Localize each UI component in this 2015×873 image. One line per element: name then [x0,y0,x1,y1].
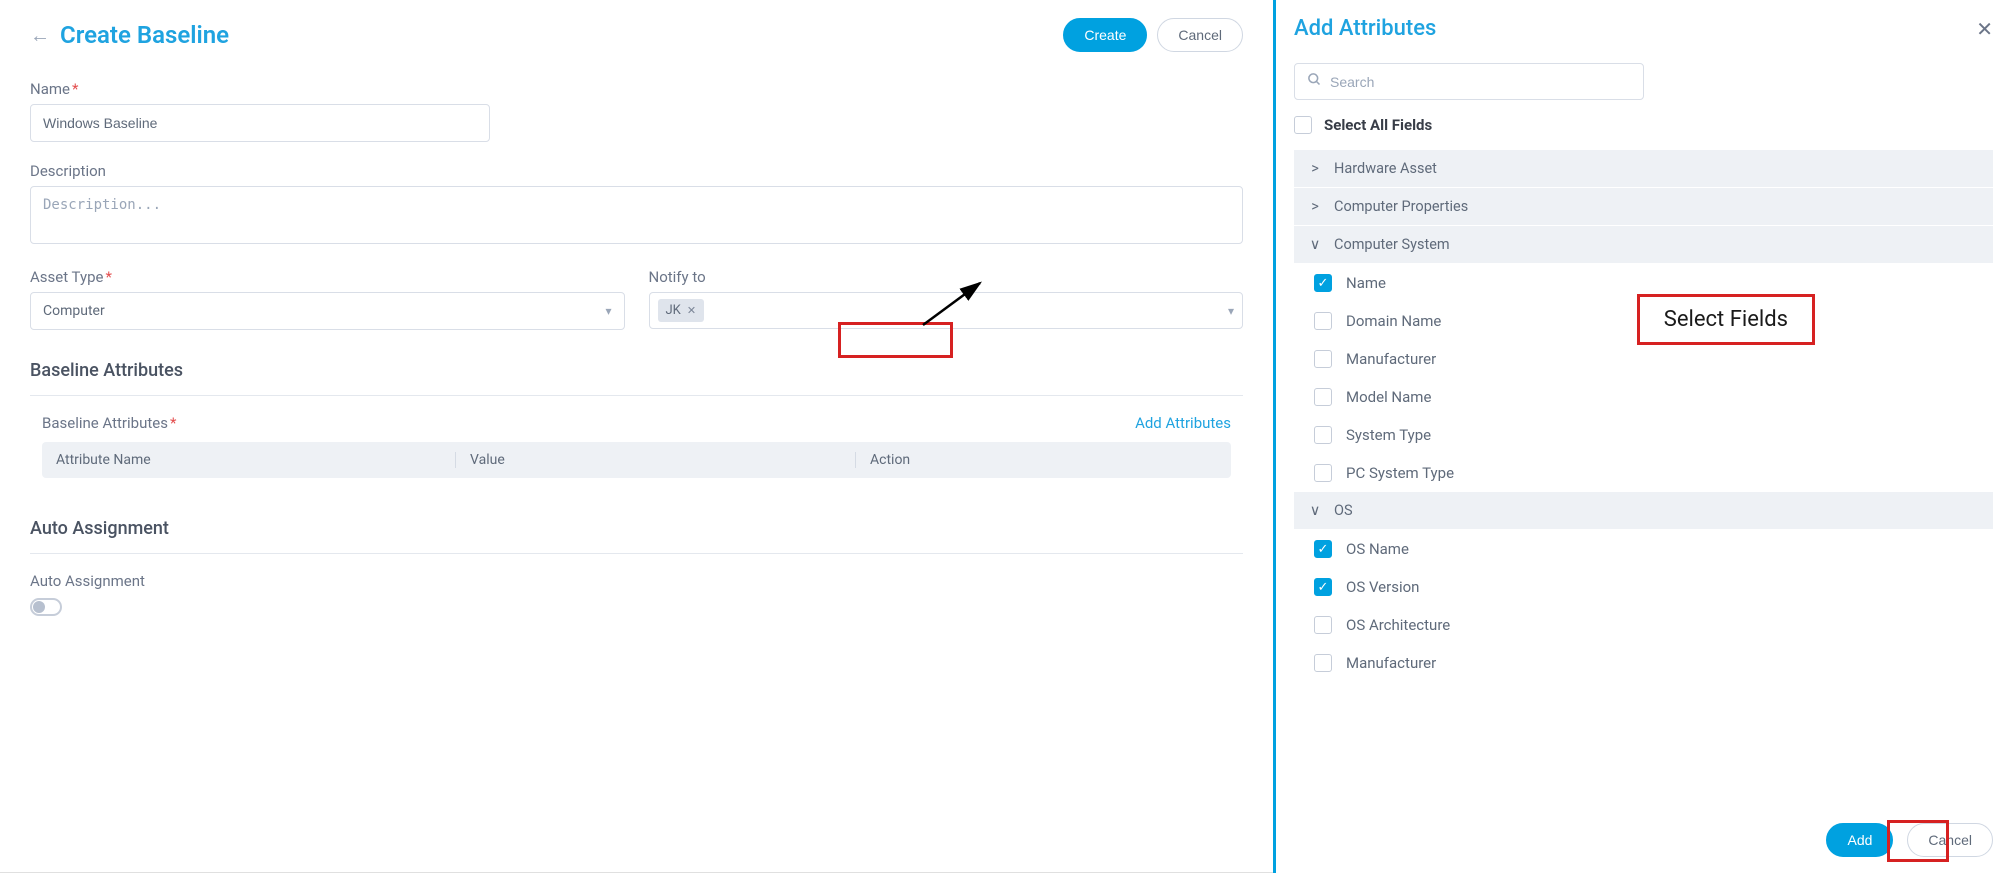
group-label: Computer Properties [1334,198,1468,215]
drawer-cancel-button[interactable]: Cancel [1907,823,1993,857]
field-checkbox[interactable] [1314,654,1332,672]
notify-to-wrap: Notify to JK ✕ ▾ [649,268,1244,330]
baseline-attributes-block: Baseline Attributes Add Attributes Attri… [30,414,1243,478]
chevron-down-icon: ▾ [1228,304,1234,318]
attribute-group-list: > Hardware Asset > Computer Properties ∨ Comp… [1294,150,1993,807]
chevron-down-icon: ▾ [605,304,611,318]
group-head[interactable]: ∨ OS [1294,492,1993,530]
field-row: Manufacturer [1294,644,1993,682]
search-input[interactable] [1330,74,1631,90]
field-label: Manufacturer [1346,350,1436,368]
field-row: OS Architecture [1294,606,1993,644]
tag-remove-icon[interactable]: ✕ [687,304,696,317]
notify-to-input[interactable]: JK ✕ ▾ [649,292,1244,329]
auto-assignment-toggle[interactable] [30,598,62,616]
create-baseline-form: ← Create Baseline Create Cancel Name Des… [0,0,1273,873]
field-label: Name [1346,274,1386,292]
chevron-down-icon: ∨ [1308,502,1322,519]
field-row: ✓ OS Version [1294,568,1993,606]
field-checkbox[interactable] [1314,464,1332,482]
back-arrow-icon[interactable]: ← [30,23,50,48]
group-head[interactable]: > Computer Properties [1294,188,1993,226]
description-input[interactable] [30,186,1243,244]
name-input[interactable] [30,104,490,142]
create-button[interactable]: Create [1063,18,1147,52]
toggle-knob [33,601,45,613]
chevron-right-icon: > [1308,160,1322,177]
page-title: Create Baseline [60,21,229,49]
field-label: OS Version [1346,578,1419,596]
field-row: PC System Type [1294,454,1993,492]
cancel-button[interactable]: Cancel [1157,18,1243,52]
auto-assignment-wrap: Auto Assignment [30,572,1243,616]
field-checkbox[interactable]: ✓ [1314,578,1332,596]
field-checkbox[interactable]: ✓ [1314,540,1332,558]
chevron-down-icon: ∨ [1308,236,1322,253]
description-label: Description [30,162,1243,180]
group-head[interactable]: > Hardware Asset [1294,150,1993,188]
drawer-title: Add Attributes [1294,16,1436,41]
asset-type-select[interactable]: Computer ▾ [30,292,625,330]
field-label: OS Architecture [1346,616,1450,634]
col-value: Value [456,452,856,468]
select-all-row: Select All Fields [1294,116,1993,134]
field-row: ✓ Name [1294,264,1993,302]
auto-assignment-label: Auto Assignment [30,572,1243,590]
drawer-header: Add Attributes ✕ [1294,16,1993,41]
add-attributes-drawer: Add Attributes ✕ Select All Fields > Hard… [1273,0,2015,873]
attributes-label: Baseline Attributes [42,414,176,432]
chevron-right-icon: > [1308,198,1322,215]
field-row: Domain Name [1294,302,1993,340]
add-button[interactable]: Add [1826,823,1893,857]
field-row: System Type [1294,416,1993,454]
field-checkbox[interactable] [1314,616,1332,634]
asset-type-wrap: Asset Type Computer ▾ [30,268,625,330]
drawer-footer: Add Cancel [1294,807,1993,873]
add-attributes-link[interactable]: Add Attributes [1135,414,1231,432]
field-checkbox[interactable] [1314,388,1332,406]
field-row: ✓ OS Name [1294,530,1993,568]
field-checkbox[interactable] [1314,312,1332,330]
notify-tag-label: JK [666,303,681,318]
close-icon[interactable]: ✕ [1976,17,1993,41]
baseline-attributes-heading: Baseline Attributes [30,360,1243,381]
name-label: Name [30,80,490,98]
section-divider [30,395,1243,396]
col-attribute-name: Attribute Name [56,452,456,468]
field-label: PC System Type [1346,464,1454,482]
field-row: Manufacturer [1294,340,1993,378]
select-all-label: Select All Fields [1324,116,1432,134]
attributes-table-header: Attribute Name Value Action [42,442,1231,478]
col-action: Action [856,452,1217,468]
description-field-wrap: Description [30,162,1243,248]
field-label: Domain Name [1346,312,1441,330]
select-all-checkbox[interactable] [1294,116,1312,134]
type-notify-row: Asset Type Computer ▾ Notify to JK ✕ ▾ [30,268,1243,330]
field-label: System Type [1346,426,1431,444]
field-checkbox[interactable] [1314,350,1332,368]
field-checkbox[interactable] [1314,426,1332,444]
field-label: Manufacturer [1346,654,1436,672]
page-header: ← Create Baseline Create Cancel [30,18,1243,52]
group-label: Computer System [1334,236,1450,253]
auto-assignment-heading: Auto Assignment [30,518,1243,539]
field-label: OS Name [1346,540,1409,558]
header-actions: Create Cancel [1063,18,1243,52]
search-icon [1307,72,1322,91]
group-head[interactable]: ∨ Computer System [1294,226,1993,264]
page-title-wrap: ← Create Baseline [30,21,229,49]
asset-type-value: Computer [43,303,105,319]
field-label: Model Name [1346,388,1431,406]
field-checkbox[interactable]: ✓ [1314,274,1332,292]
section-divider [30,553,1243,554]
notify-to-label: Notify to [649,268,1244,286]
group-label: Hardware Asset [1334,160,1437,177]
group-label: OS [1334,502,1353,519]
field-row: Model Name [1294,378,1993,416]
attributes-head-row: Baseline Attributes Add Attributes [42,414,1231,432]
name-field-wrap: Name [30,80,490,142]
asset-type-label: Asset Type [30,268,625,286]
search-box[interactable] [1294,63,1644,100]
notify-tag-jk: JK ✕ [658,299,705,322]
